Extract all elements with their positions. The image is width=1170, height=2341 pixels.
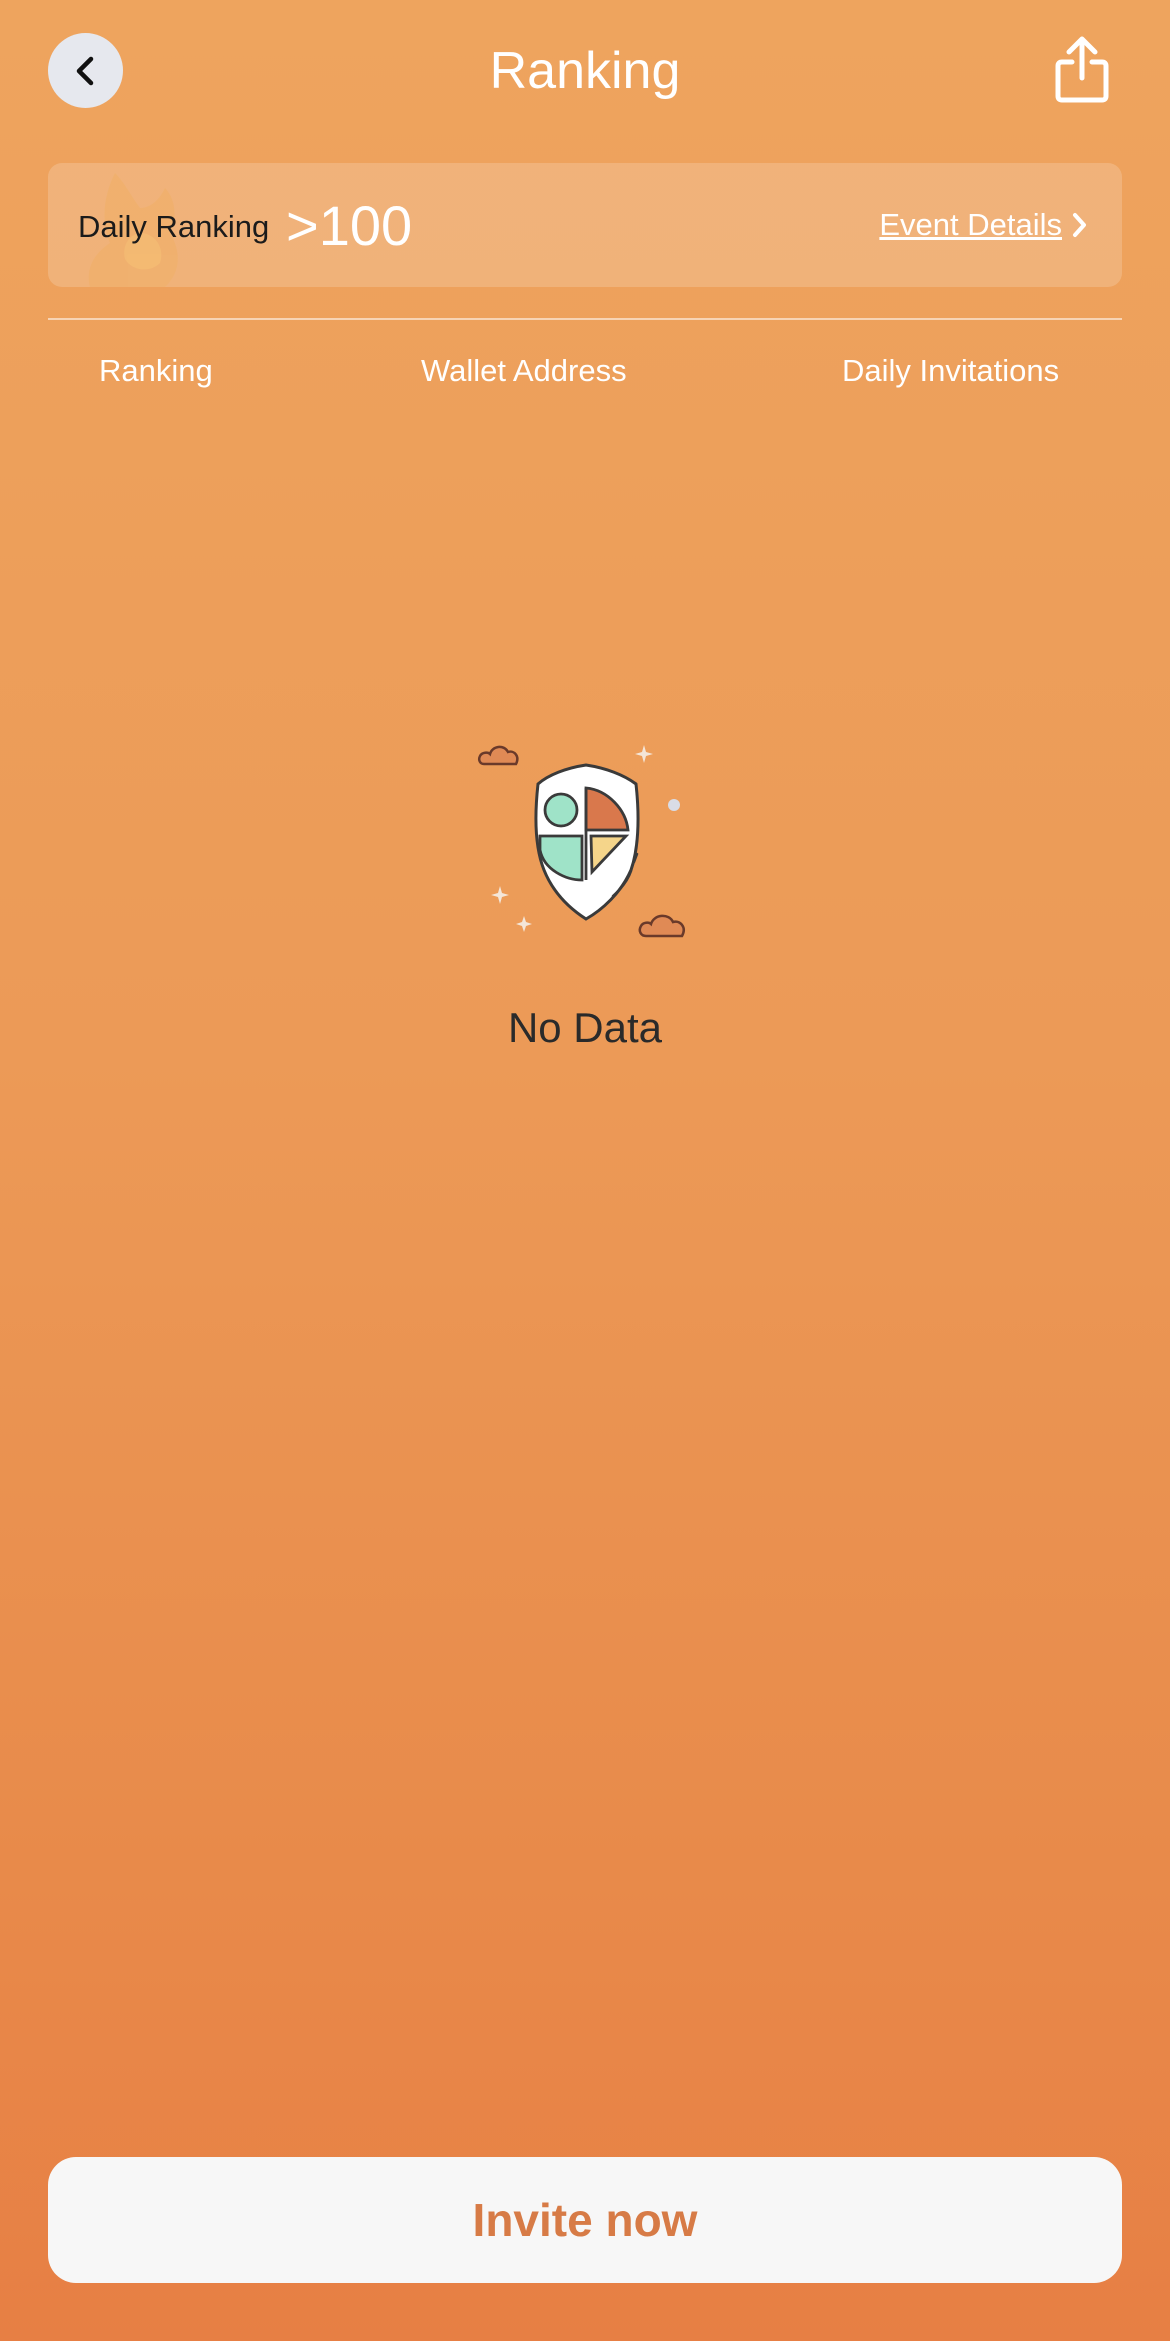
top-bar: Ranking [0, 0, 1170, 140]
daily-ranking-label: Daily Ranking [78, 209, 270, 244]
daily-ranking-value: >100 [286, 194, 413, 257]
daily-ranking-card: Daily Ranking >100 Event Details [48, 163, 1122, 287]
share-button[interactable] [1046, 30, 1118, 110]
share-icon [1055, 36, 1109, 103]
column-header-ranking: Ranking [99, 353, 213, 388]
column-header-daily-invitations: Daily Invitations [842, 353, 1060, 388]
empty-shield-icon [477, 745, 685, 938]
event-details-link[interactable]: Event Details [879, 205, 1088, 245]
event-details-label: Event Details [879, 207, 1062, 242]
page-title: Ranking [489, 42, 681, 100]
empty-state-text: No Data [507, 1004, 663, 1051]
column-header-wallet-address: Wallet Address [421, 353, 627, 388]
divider [48, 318, 1122, 320]
chevron-right-icon [1070, 211, 1088, 239]
invite-now-button[interactable]: Invite now [48, 2157, 1122, 2283]
